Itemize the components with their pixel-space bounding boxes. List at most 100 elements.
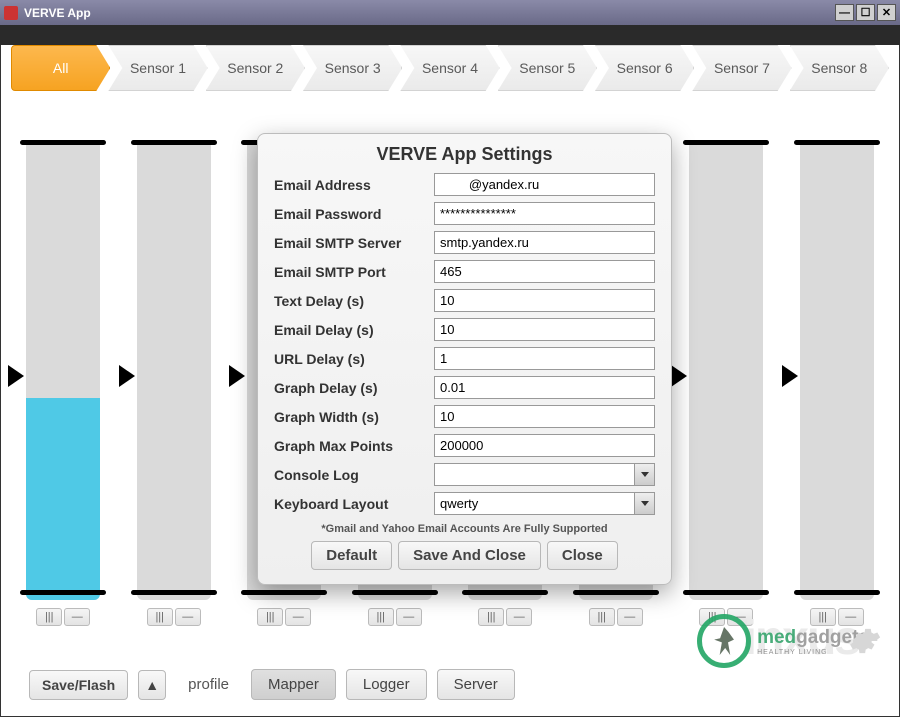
slider-mark-bottom [573,590,659,595]
server-tab-button[interactable]: Server [437,669,515,700]
tab-sensor-3[interactable]: Sensor 3 [303,45,402,91]
slider-controls: |||— [257,608,311,626]
tab-sensor-8[interactable]: Sensor 8 [790,45,889,91]
gear-icon[interactable] [847,624,881,658]
slider-arrow-icon[interactable] [229,365,245,387]
slider-arrow-icon[interactable] [8,365,24,387]
runner-icon [713,627,735,655]
sensor-slider-2: |||— [124,140,225,626]
graph-width-input[interactable] [434,405,655,428]
slider-arrow-icon[interactable] [119,365,135,387]
tab-all[interactable]: All [11,45,110,91]
slider-fill [26,398,100,600]
save-and-close-button[interactable]: Save And Close [398,541,541,570]
text-delay-label: Text Delay (s) [274,293,434,309]
slider-mark-top [131,140,217,145]
slider-track[interactable] [800,140,874,600]
slider-toggle-button[interactable]: ||| [36,608,62,626]
save-flash-up-button[interactable]: ▲ [138,670,166,700]
tab-sensor-4[interactable]: Sensor 4 [400,45,499,91]
slider-mark-bottom [241,590,327,595]
slider-toggle-button[interactable]: ||| [257,608,283,626]
slider-minus-button[interactable]: — [396,608,422,626]
slider-arrow-icon[interactable] [782,365,798,387]
slider-mark-bottom [462,590,548,595]
slider-minus-button[interactable]: — [506,608,532,626]
sensor-tabs: AllSensor 1Sensor 2Sensor 3Sensor 4Senso… [11,45,889,91]
slider-track[interactable] [137,140,211,600]
logger-tab-button[interactable]: Logger [346,669,427,700]
keyboard-layout-select[interactable]: qwerty [434,492,655,515]
smtp-server-label: Email SMTP Server [274,235,434,251]
maximize-button[interactable]: ☐ [856,4,875,21]
titlebar: VERVE App — ☐ ✕ [0,0,900,25]
slider-controls: |||— [368,608,422,626]
tab-sensor-6[interactable]: Sensor 6 [595,45,694,91]
slider-track[interactable] [26,140,100,600]
email-address-label: Email Address [274,177,434,193]
default-button[interactable]: Default [311,541,392,570]
logo-text-1: med [757,627,796,648]
smtp-port-input[interactable] [434,260,655,283]
slider-arrow-icon[interactable] [671,365,687,387]
bottom-bar: Save/Flash ▲ profile Mapper Logger Serve… [29,669,879,700]
tab-sensor-1[interactable]: Sensor 1 [108,45,207,91]
window-title: VERVE App [24,6,833,20]
tab-sensor-5[interactable]: Sensor 5 [498,45,597,91]
console-log-select[interactable] [434,463,655,486]
email-delay-input[interactable] [434,318,655,341]
app-frame: VERVE App — ☐ ✕ AllSensor 1Sensor 2Senso… [0,0,900,698]
settings-buttons: Default Save And Close Close [274,541,655,570]
slider-minus-button[interactable]: — [175,608,201,626]
settings-title: VERVE App Settings [274,144,655,165]
slider-controls: |||— [589,608,643,626]
close-settings-button[interactable]: Close [547,541,618,570]
slider-toggle-button[interactable]: ||| [478,608,504,626]
chevron-down-icon [634,464,654,485]
smtp-port-label: Email SMTP Port [274,264,434,280]
slider-mark-top [20,140,106,145]
url-delay-input[interactable] [434,347,655,370]
slider-controls: |||— [478,608,532,626]
slider-minus-button[interactable]: — [617,608,643,626]
sensor-slider-8: |||— [787,140,888,626]
slider-minus-button[interactable]: — [285,608,311,626]
slider-mark-top [683,140,769,145]
profile-label[interactable]: profile [176,672,241,697]
slider-mark-bottom [352,590,438,595]
minimize-button[interactable]: — [835,4,854,21]
email-delay-label: Email Delay (s) [274,322,434,338]
mapper-tab-button[interactable]: Mapper [251,669,336,700]
sensor-slider-7: |||— [676,140,777,626]
medgadgets-logo: medgadgets HEALTHY LIVING [697,614,869,668]
sensor-slider-1: |||— [13,140,114,626]
tab-sensor-2[interactable]: Sensor 2 [206,45,305,91]
slider-toggle-button[interactable]: ||| [589,608,615,626]
slider-controls: |||— [147,608,201,626]
slider-mark-bottom [683,590,769,595]
email-password-label: Email Password [274,206,434,222]
email-address-input[interactable] [434,173,655,196]
graph-delay-input[interactable] [434,376,655,399]
slider-toggle-button[interactable]: ||| [147,608,173,626]
tab-sensor-7[interactable]: Sensor 7 [692,45,791,91]
url-delay-label: URL Delay (s) [274,351,434,367]
slider-toggle-button[interactable]: ||| [368,608,394,626]
slider-track[interactable] [689,140,763,600]
keyboard-layout-value: qwerty [440,496,478,511]
settings-footnote: *Gmail and Yahoo Email Accounts Are Full… [274,523,655,535]
text-delay-input[interactable] [434,289,655,312]
graph-width-label: Graph Width (s) [274,409,434,425]
close-button[interactable]: ✕ [877,4,896,21]
logo-ring-icon [697,614,751,668]
smtp-server-input[interactable] [434,231,655,254]
graph-max-points-input[interactable] [434,434,655,457]
graph-delay-label: Graph Delay (s) [274,380,434,396]
slider-minus-button[interactable]: — [64,608,90,626]
chevron-down-icon [634,493,654,514]
slider-mark-bottom [794,590,880,595]
save-flash-button[interactable]: Save/Flash [29,670,128,700]
email-password-input[interactable] [434,202,655,225]
keyboard-layout-label: Keyboard Layout [274,496,434,512]
slider-mark-bottom [20,590,106,595]
